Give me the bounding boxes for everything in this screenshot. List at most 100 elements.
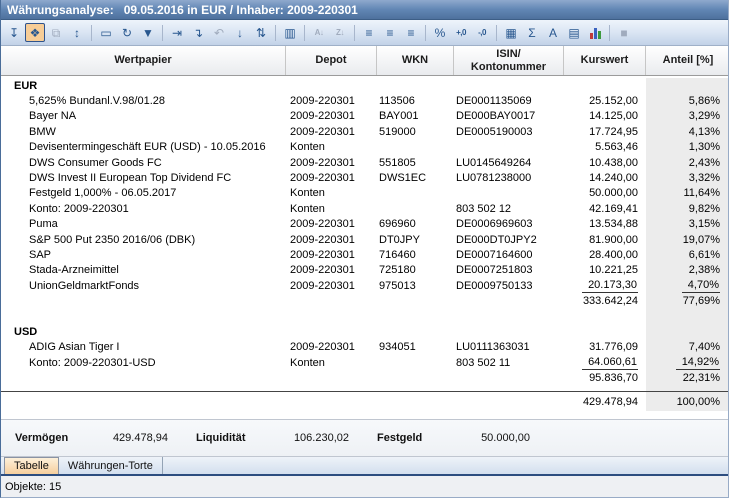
bold-icon[interactable]: A: [543, 23, 563, 42]
stop-icon: ■: [614, 23, 634, 42]
grandtotal-row: 429.478,94100,00%: [1, 392, 728, 411]
table-row[interactable]: Konto: 2009-220301Konten803 502 1242.169…: [1, 201, 728, 216]
table-row[interactable]: Bayer NA2009-220301BAY001DE000BAY001714.…: [1, 109, 728, 124]
cell-kw: 333.642,24: [564, 293, 646, 308]
positions-table: WertpapierDepotWKNISIN/ KontonummerKursw…: [1, 46, 728, 419]
table-row[interactable]: DWS Invest II European Top Dividend FC20…: [1, 170, 728, 185]
sum-icon[interactable]: Σ: [522, 23, 542, 42]
cell-isin: 803 502 12: [454, 201, 564, 216]
table-row[interactable]: DWS Consumer Goods FC2009-220301551805LU…: [1, 155, 728, 170]
insert-column-icon[interactable]: ⇥: [167, 23, 187, 42]
table-row[interactable]: Devisentermingeschäft EUR (USD) - 10.05.…: [1, 140, 728, 155]
subtotal-row: 333.642,2477,69%: [1, 293, 728, 308]
column-header[interactable]: ISIN/ Kontonummer: [454, 46, 564, 75]
cell-depot: Konten: [286, 355, 377, 370]
tab-währungen-torte[interactable]: Währungen-Torte: [59, 457, 163, 474]
cell-wkn: [377, 140, 454, 155]
column-header[interactable]: Wertpapier: [1, 46, 286, 75]
cell-wp: [1, 309, 286, 324]
window-titlebar[interactable]: Währungsanalyse: 09.05.2016 in EUR / Inh…: [1, 0, 728, 20]
decrease-decimal-icon[interactable]: -,0: [472, 23, 492, 42]
cell-depot: 2009-220301: [286, 155, 377, 170]
cell-wkn: [377, 78, 454, 93]
table-row[interactable]: Konto: 2009-220301-USDKonten803 502 1164…: [1, 355, 728, 370]
cell-wp: Konto: 2009-220301-USD: [1, 355, 286, 370]
toolbar-separator: [609, 25, 610, 41]
filter-icon[interactable]: ▼: [138, 23, 158, 42]
column-header[interactable]: Anteil [%]: [646, 46, 728, 75]
cell-wkn: [377, 386, 454, 391]
freeze-column-icon[interactable]: ▦: [501, 23, 521, 42]
toolbar-separator: [162, 25, 163, 41]
toolbar-separator: [425, 25, 426, 41]
table-row[interactable]: Stada-Arzneimittel2009-220301725180DE000…: [1, 263, 728, 278]
apply-layout-icon[interactable]: ↧: [4, 23, 24, 42]
cell-wp: [1, 386, 286, 391]
cell-ant: 22,31%: [646, 370, 728, 385]
summary-value: 429.478,94: [104, 432, 168, 444]
table-row[interactable]: BMW2009-220301519000DE000519000317.724,9…: [1, 124, 728, 139]
percent-icon[interactable]: %: [430, 23, 450, 42]
table-row[interactable]: 5,625% Bundanl.V.98/01.282009-2203011135…: [1, 93, 728, 108]
cell-depot: 2009-220301: [286, 340, 377, 355]
increase-decimal-icon[interactable]: +,0: [451, 23, 471, 42]
cell-isin: DE0009750133: [454, 278, 564, 293]
cell-wp: 5,625% Bundanl.V.98/01.28: [1, 93, 286, 108]
status-bar: Objekte: 15: [1, 476, 728, 497]
cell-depot: [286, 78, 377, 93]
align-right-icon[interactable]: ≡: [401, 23, 421, 42]
align-left-icon[interactable]: ≡: [359, 23, 379, 42]
cell-depot: 2009-220301: [286, 93, 377, 108]
column-header[interactable]: Depot: [286, 46, 377, 75]
table-row[interactable]: UnionGeldmarktFonds2009-220301975013DE00…: [1, 278, 728, 293]
table-row[interactable]: ADIG Asian Tiger I2009-220301934051LU011…: [1, 340, 728, 355]
tab-tabelle[interactable]: Tabelle: [4, 457, 59, 474]
cell-kw: 50.000,00: [564, 186, 646, 201]
cell-depot: [286, 309, 377, 324]
refresh-icon[interactable]: ↻: [117, 23, 137, 42]
table-header-row: WertpapierDepotWKNISIN/ KontonummerKursw…: [1, 46, 728, 76]
align-center-icon[interactable]: ≡: [380, 23, 400, 42]
cell-kw: 10.438,00: [564, 155, 646, 170]
cell-wkn: [377, 309, 454, 324]
cell-isin: DE0005190003: [454, 124, 564, 139]
cell-ant: 100,00%: [646, 392, 728, 411]
column-header[interactable]: Kurswert: [564, 46, 646, 75]
cell-ant: 4,70%: [646, 278, 728, 293]
cell-isin: [454, 309, 564, 324]
fit-height-icon[interactable]: ↕: [67, 23, 87, 42]
cell-depot: 2009-220301: [286, 263, 377, 278]
table-row[interactable]: S&P 500 Put 2350 2016/06 (DBK)2009-22030…: [1, 232, 728, 247]
cell-wkn: [377, 355, 454, 370]
move-column-icon[interactable]: ⇅: [251, 23, 271, 42]
cell-isin: [454, 370, 564, 385]
cell-isin: DE0006969603: [454, 217, 564, 232]
cell-isin: [454, 392, 564, 411]
cell-wp: [1, 293, 286, 308]
table-body: EUR5,625% Bundanl.V.98/01.282009-2203011…: [1, 76, 728, 419]
fit-window-icon[interactable]: ❖: [25, 23, 45, 42]
cell-wp: UnionGeldmarktFonds: [1, 278, 286, 293]
cell-wp: DWS Consumer Goods FC: [1, 155, 286, 170]
table-row[interactable]: Festgeld 1,000% - 06.05.2017Konten50.000…: [1, 186, 728, 201]
chart-icon[interactable]: [585, 23, 605, 42]
cell-kw: [564, 324, 646, 339]
cell-kw: 28.400,00: [564, 247, 646, 262]
cell-wp: Devisentermingeschäft EUR (USD) - 10.05.…: [1, 140, 286, 155]
drill-down-icon[interactable]: ↓: [230, 23, 250, 42]
cell-isin: [454, 78, 564, 93]
column-header[interactable]: WKN: [377, 46, 454, 75]
cell-depot: 2009-220301: [286, 109, 377, 124]
column-visibility-icon[interactable]: ▥: [280, 23, 300, 42]
cell-ant: 7,40%: [646, 340, 728, 355]
cell-ant: 14,92%: [646, 355, 728, 370]
cell-ant: [646, 78, 728, 93]
cell-wkn: [377, 186, 454, 201]
table-row[interactable]: Puma2009-220301696960DE000696960313.534,…: [1, 217, 728, 232]
sort-za-icon: Z↓: [330, 23, 350, 42]
new-window-icon[interactable]: ▭: [96, 23, 116, 42]
column-down-icon[interactable]: ↴: [188, 23, 208, 42]
column-settings-icon[interactable]: ▤: [564, 23, 584, 42]
cell-wp: Stada-Arzneimittel: [1, 263, 286, 278]
table-row[interactable]: SAP2009-220301716460DE000716460028.400,0…: [1, 247, 728, 262]
